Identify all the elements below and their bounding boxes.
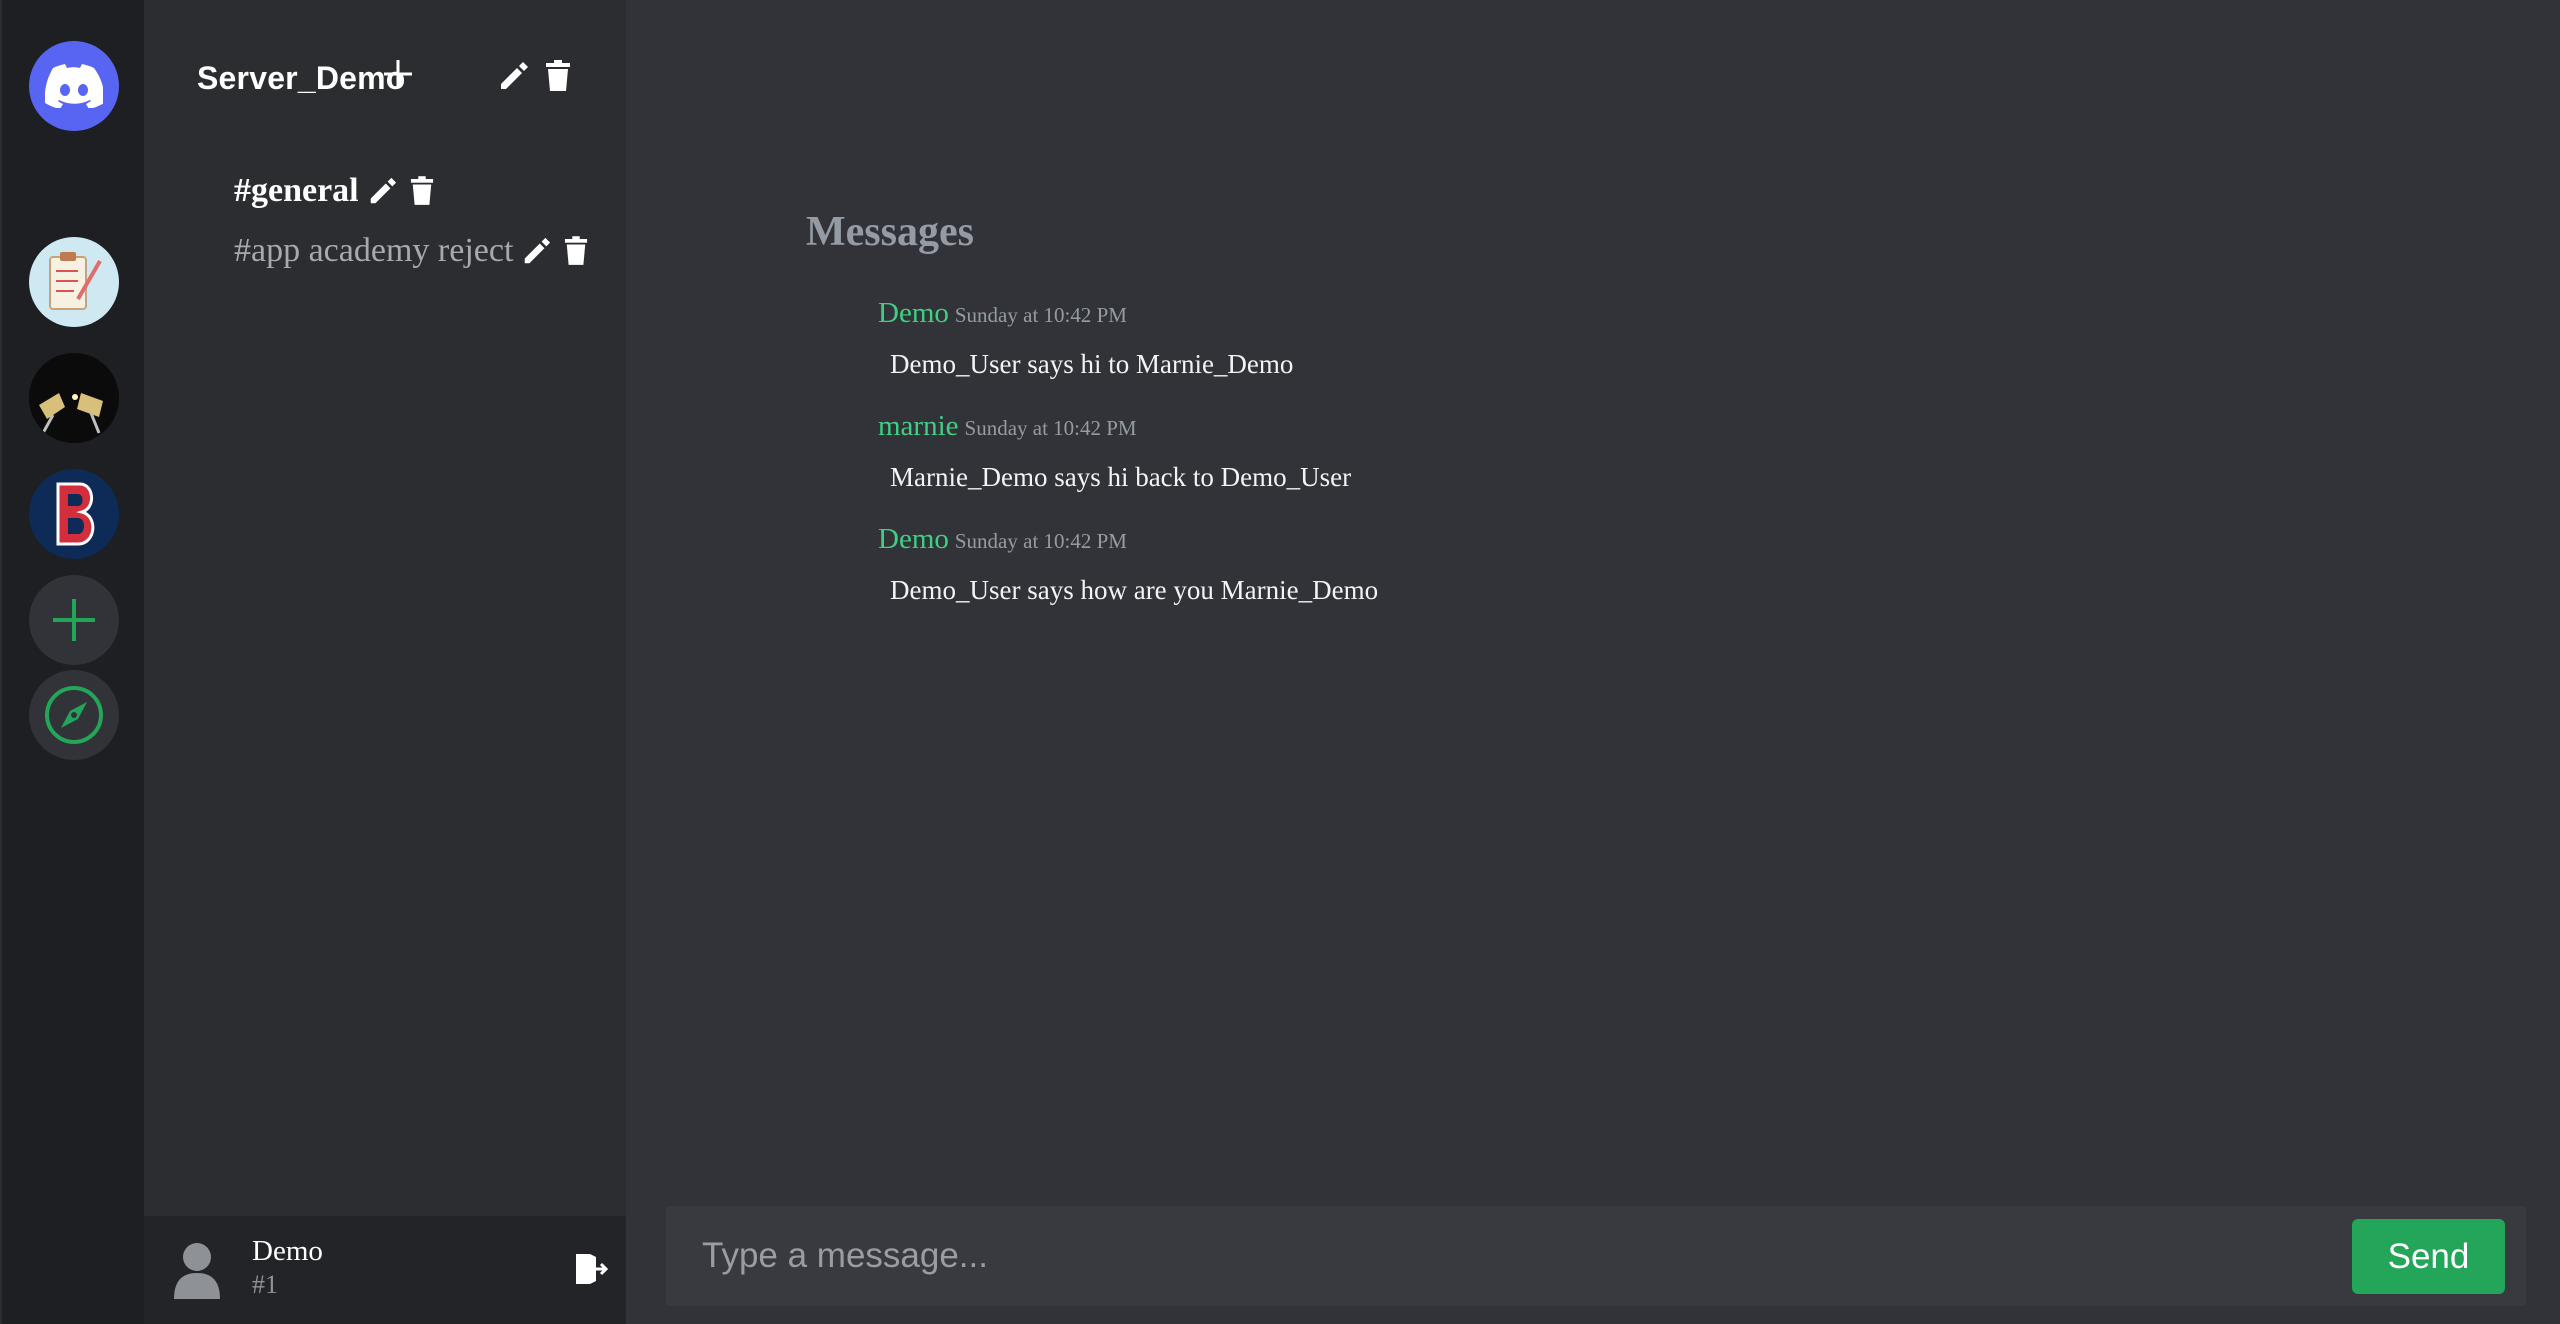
champagne-toast-icon [29, 353, 119, 443]
delete-channel-button[interactable] [559, 234, 593, 268]
edit-channel-button[interactable] [365, 174, 399, 208]
user-tag: #1 [252, 1270, 278, 1299]
clipboard-icon [49, 252, 102, 310]
message-timestamp: Sunday at 10:42 PM [954, 529, 1127, 553]
plus-icon [53, 599, 95, 641]
add-channel-button[interactable] [378, 54, 418, 94]
server-icon-notes[interactable] [29, 237, 119, 327]
delete-channel-button[interactable] [405, 174, 439, 208]
red-sox-b-icon [56, 482, 95, 546]
trash-icon [546, 60, 570, 91]
server-name: Server_Demo [197, 59, 406, 96]
discord-home-button[interactable] [29, 41, 119, 131]
pencil-icon [501, 62, 528, 89]
message-author[interactable]: Demo [878, 297, 949, 329]
message-author[interactable]: Demo [878, 523, 949, 555]
user-panel: Demo #1 [144, 1216, 626, 1324]
message-composer: Send [666, 1206, 2526, 1306]
message-text: Marnie_Demo says hi back to Demo_User [890, 462, 1352, 492]
server-rail [0, 0, 144, 1324]
server-header: Server_Demo [197, 58, 406, 98]
edit-server-button[interactable] [493, 56, 533, 96]
channel-sidebar: Server_Demo #general #app academy reject [144, 0, 626, 1324]
message-text: Demo_User says how are you Marnie_Demo [890, 575, 1379, 605]
server-icon-champagne[interactable] [29, 353, 119, 443]
compass-icon [45, 686, 103, 744]
user-name: Demo [252, 1235, 323, 1267]
main-chat-area: Messages Demo Sunday at 10:42 PM Demo_Use… [626, 0, 2560, 1324]
message-item: Demo Sunday at 10:42 PM Demo_User says hi… [878, 297, 1293, 379]
channel-name: #general [234, 172, 359, 209]
logout-button[interactable] [574, 1252, 609, 1286]
logout-icon [576, 1254, 609, 1284]
trash-icon [410, 176, 433, 205]
send-button[interactable]: Send [2352, 1219, 2505, 1294]
message-author[interactable]: marnie [878, 410, 959, 442]
plus-icon [384, 60, 412, 88]
avatar [174, 1243, 220, 1299]
message-text: Demo_User says hi to Marnie_Demo [890, 349, 1294, 379]
explore-servers-button[interactable] [29, 670, 119, 760]
channel-item-general[interactable]: #general [234, 172, 439, 210]
message-item: marnie Sunday at 10:42 PM Marnie_Demo say… [878, 410, 1351, 492]
pencil-icon [525, 237, 551, 264]
message-timestamp: Sunday at 10:42 PM [954, 303, 1127, 327]
channel-name: #app academy reject [234, 232, 514, 269]
channel-item-app-academy-reject[interactable]: #app academy reject [234, 232, 593, 270]
message-timestamp: Sunday at 10:42 PM [964, 416, 1137, 440]
edit-channel-button[interactable] [519, 234, 553, 268]
add-server-button[interactable] [29, 575, 119, 665]
trash-icon [565, 236, 588, 265]
message-input[interactable] [666, 1206, 2326, 1306]
server-icon-red-sox[interactable] [29, 469, 119, 559]
messages-title: Messages [806, 209, 974, 255]
delete-server-button[interactable] [538, 56, 578, 96]
message-item: Demo Sunday at 10:42 PM Demo_User says ho… [878, 523, 1378, 605]
pencil-icon [370, 177, 396, 204]
discord-logo-icon [45, 64, 103, 108]
